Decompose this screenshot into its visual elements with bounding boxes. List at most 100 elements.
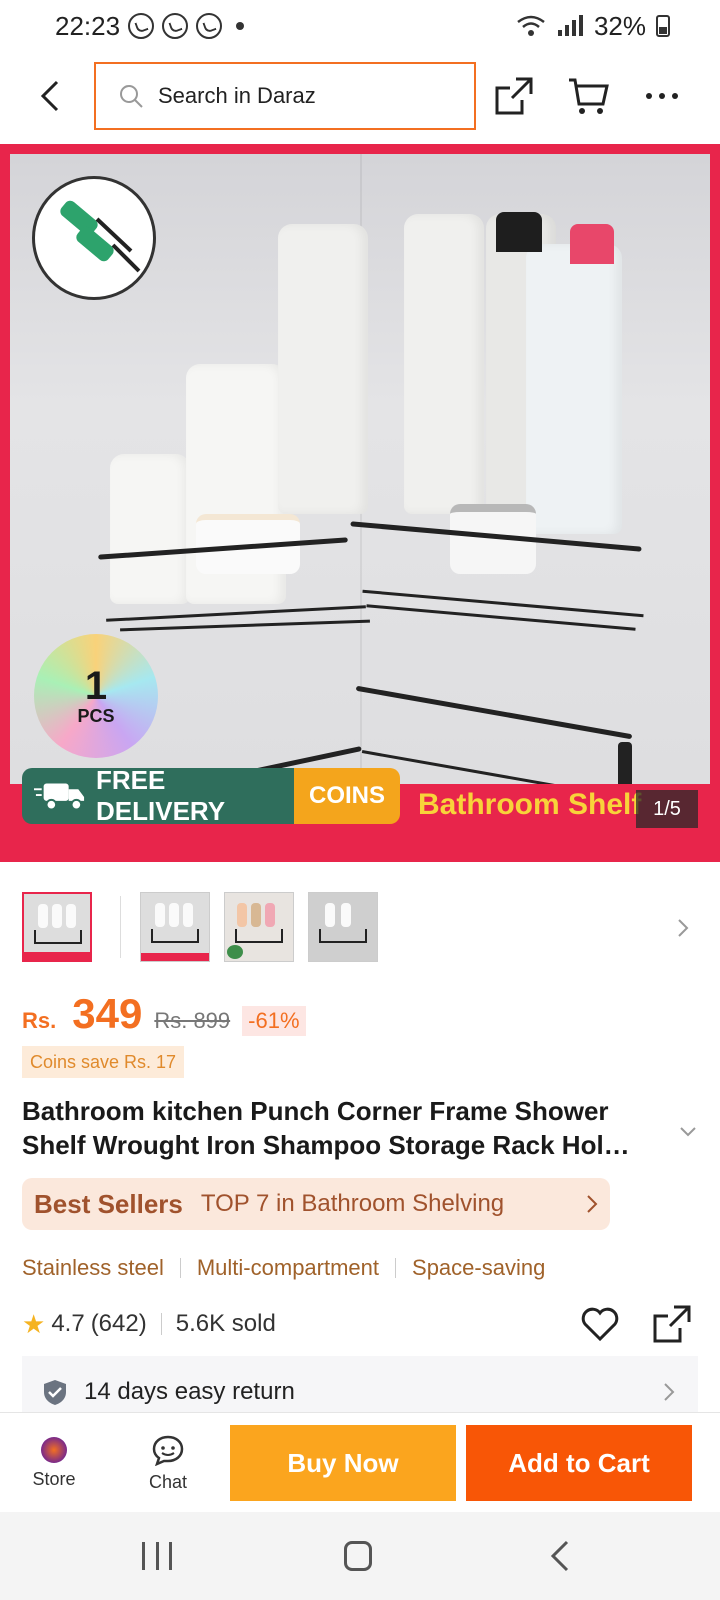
return-policy-text: 14 days easy return: [84, 1378, 295, 1405]
search-placeholder: Search in Daraz: [158, 83, 316, 108]
thumbnails-next-button[interactable]: [668, 910, 698, 946]
add-to-cart-button[interactable]: Add to Cart: [466, 1425, 692, 1501]
bottle-shape: [404, 214, 484, 514]
title-expand-button[interactable]: [676, 1120, 700, 1144]
shelf-wire: [106, 605, 366, 622]
back-button[interactable]: [30, 76, 70, 116]
mini-bottle-shape: [52, 904, 62, 928]
mini-bottle-shape: [38, 904, 48, 928]
mini-bottle-shape: [66, 904, 76, 928]
pcs-number: 1: [84, 663, 108, 708]
thumbnail-3[interactable]: [224, 892, 294, 962]
share-button[interactable]: [492, 74, 536, 118]
product-image-carousel[interactable]: 1 PCS FREE DELIVERY COINS Bathroom Shelf…: [0, 144, 720, 862]
mini-shelf-shape: [319, 929, 367, 943]
chat-icon: [152, 1435, 184, 1466]
search-input[interactable]: Search in Daraz: [94, 62, 476, 130]
more-icon: [646, 93, 678, 99]
cart-icon: [569, 78, 609, 114]
recent-bar-icon: [155, 1542, 159, 1570]
delivery-truck-icon: [34, 783, 85, 811]
store-label: Store: [32, 1468, 76, 1489]
back-icon: [550, 1540, 569, 1572]
recent-apps-button[interactable]: [142, 1542, 172, 1570]
thumbnail-separator: [120, 896, 121, 958]
whatsapp-icon: [196, 13, 223, 39]
return-arrow: [654, 1377, 684, 1407]
mini-bottle-shape: [265, 903, 275, 927]
free-delivery-tag: FREE DELIVERY: [22, 765, 294, 826]
chevron-left-icon: [40, 80, 59, 112]
share-icon: [653, 1305, 691, 1343]
chevron-right-icon: [678, 919, 689, 937]
hero-caption: Bathroom Shelf: [418, 788, 642, 821]
share-product-button[interactable]: [650, 1302, 694, 1346]
mini-bottle-shape: [237, 903, 247, 927]
buy-now-button[interactable]: Buy Now: [230, 1425, 456, 1501]
bottom-action-bar: Store Chat Buy Now Add to Cart: [0, 1412, 720, 1512]
thumbnail-1[interactable]: [22, 892, 92, 962]
bottle-shape: [110, 454, 190, 604]
screws-icon: [60, 200, 141, 273]
battery-icon: [656, 15, 670, 37]
status-left: 22:23: [55, 11, 245, 42]
thumbnail-4[interactable]: [308, 892, 378, 962]
chevron-down-icon: [680, 1127, 696, 1137]
mini-bottle-shape: [169, 903, 179, 927]
signal-icon: [557, 15, 583, 36]
shelf-wire: [366, 604, 636, 631]
sold-count: 5.6K sold: [175, 1310, 276, 1337]
rating-row: ★ 4.7 (642) 5.6K sold: [22, 1302, 698, 1346]
bottle-shape: [278, 224, 368, 514]
chat-button[interactable]: Chat: [136, 1423, 200, 1503]
feature-tags: Stainless steel Multi-compartment Space-…: [22, 1250, 545, 1286]
share-icon: [495, 77, 533, 115]
product-image: 1 PCS: [10, 154, 710, 784]
mini-shelf-shape: [235, 929, 283, 943]
system-nav-bar: [0, 1512, 720, 1600]
shelf-wire: [362, 589, 644, 618]
shelf-wire: [120, 619, 370, 632]
screws-badge: [32, 176, 156, 300]
original-price: Rs. 899: [154, 1008, 231, 1033]
more-button[interactable]: [640, 74, 684, 118]
mini-plant-shape: [227, 945, 243, 959]
store-logo-icon: [41, 1436, 67, 1463]
best-sellers-rank: TOP 7 in Bathroom Shelving: [200, 1190, 505, 1217]
rating-score[interactable]: 4.7: [51, 1310, 84, 1338]
chevron-right-icon: [587, 1195, 598, 1213]
recent-bar-icon: [142, 1542, 145, 1570]
mini-bottle-shape: [183, 903, 193, 927]
bottle-shape: [526, 244, 622, 534]
shelf-rail: [355, 685, 633, 740]
star-icon: ★: [22, 1308, 46, 1339]
status-right: 32%: [516, 11, 670, 42]
feature-tag: Multi-compartment: [196, 1255, 380, 1280]
mini-bottle-shape: [251, 903, 261, 927]
chevron-right-icon: [664, 1383, 675, 1401]
heart-icon: [581, 1307, 619, 1342]
status-bar: 22:23 32%: [0, 0, 720, 52]
home-button[interactable]: [344, 1541, 372, 1571]
thumbnail-2[interactable]: [140, 892, 210, 962]
mini-bottle-shape: [155, 903, 165, 927]
system-back-button[interactable]: [548, 1540, 572, 1572]
price-row: Rs. 349 Rs. 899 -61%: [22, 990, 306, 1040]
cart-button[interactable]: [566, 74, 610, 118]
bottle-cap-shape: [570, 224, 614, 264]
mini-shelf-shape: [151, 929, 199, 943]
mini-banner-shape: [141, 953, 209, 961]
rating-count[interactable]: (642): [91, 1310, 147, 1338]
wishlist-button[interactable]: [578, 1302, 622, 1346]
best-sellers-banner[interactable]: Best Sellers TOP 7 in Bathroom Shelving: [22, 1178, 610, 1230]
image-counter: 1/5: [636, 790, 698, 828]
wifi-icon: [517, 15, 545, 36]
bottle-cap-shape: [496, 212, 542, 252]
mini-banner-shape: [24, 952, 90, 960]
mini-shelf-shape: [34, 930, 82, 944]
search-icon: [120, 85, 143, 108]
feature-separator: [179, 1258, 181, 1278]
whatsapp-icon: [162, 13, 189, 39]
store-button[interactable]: Store: [22, 1423, 86, 1503]
best-sellers-label: Best Sellers: [34, 1188, 183, 1219]
